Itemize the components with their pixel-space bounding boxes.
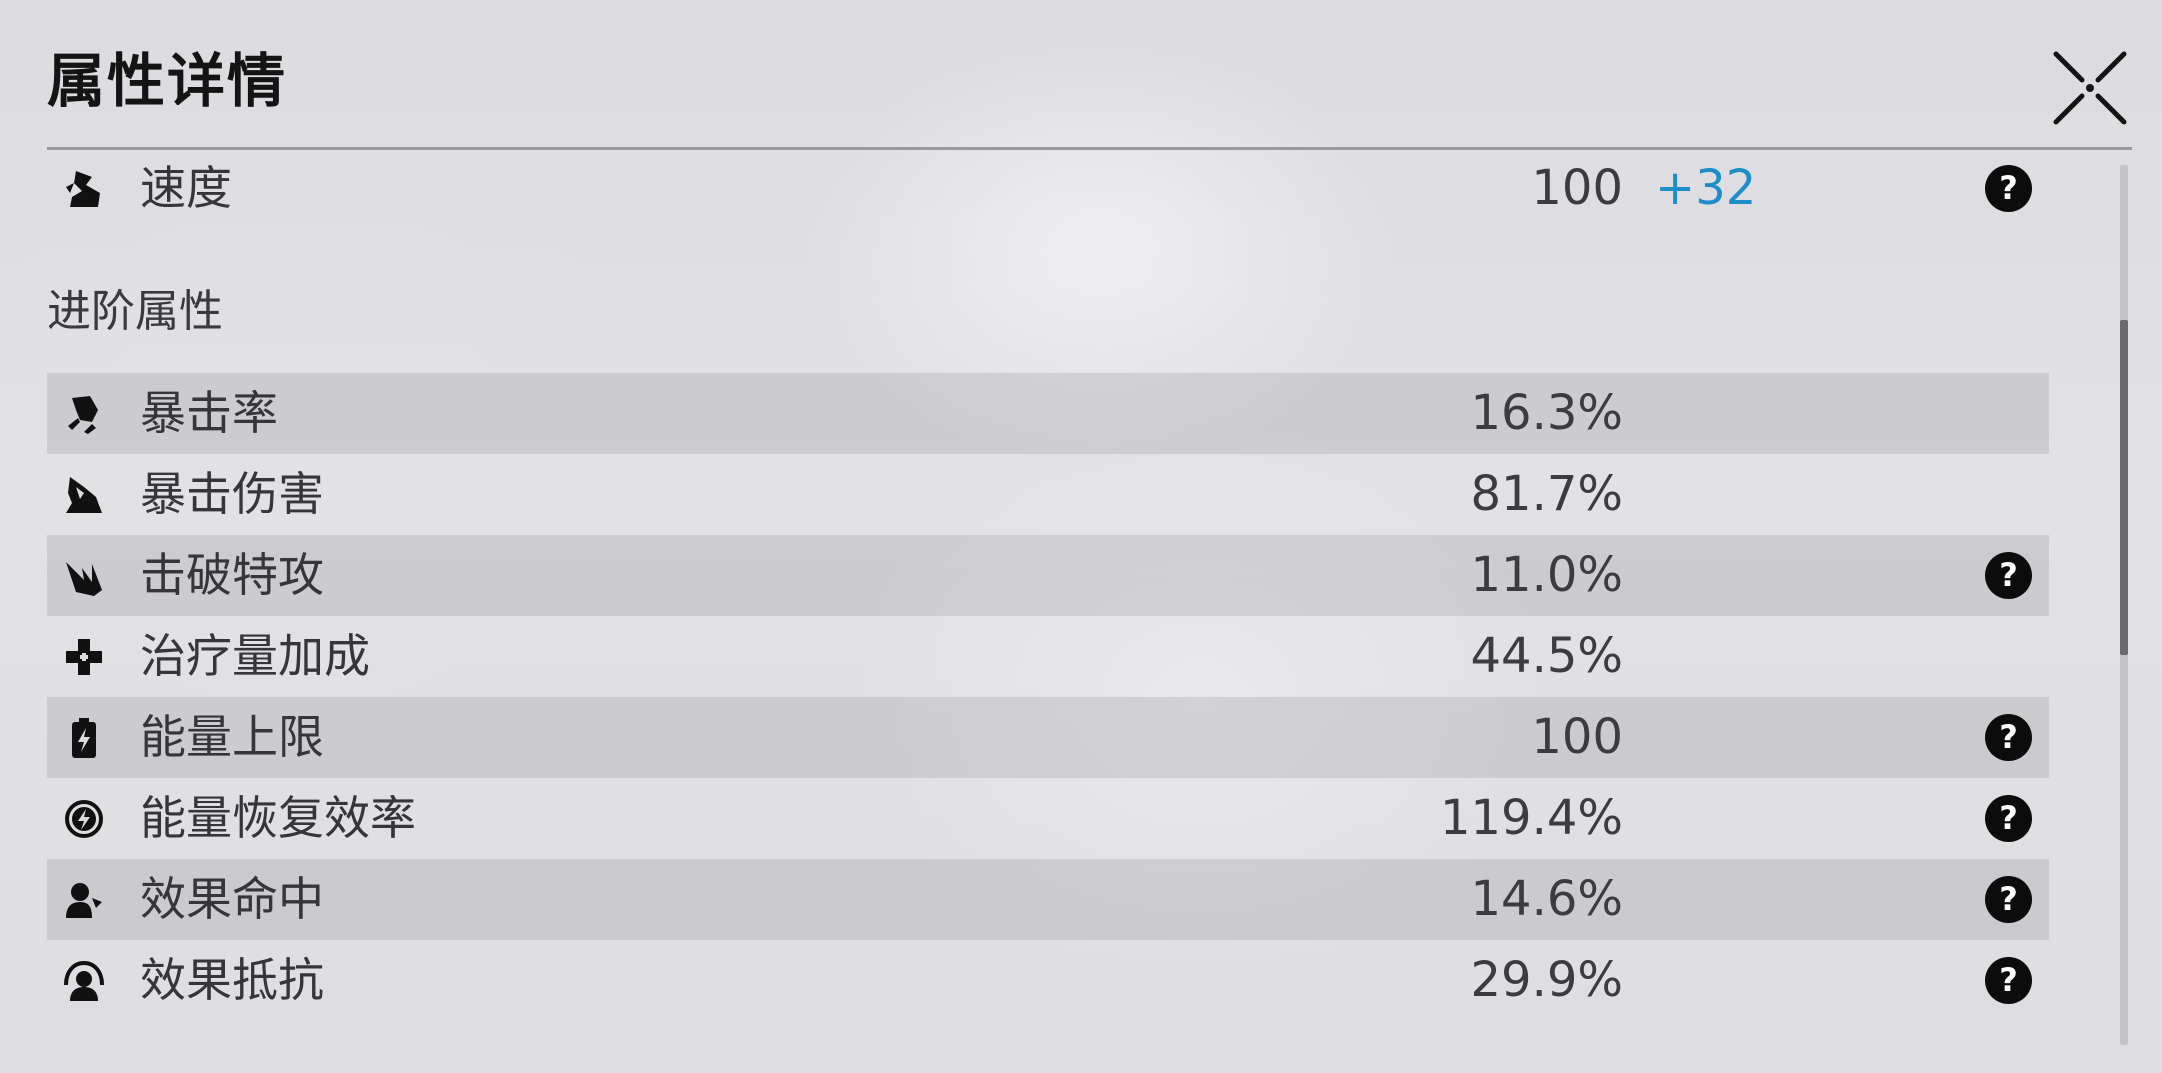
stat-value: 29.9%	[1470, 952, 1623, 1008]
max-energy-icon	[72, 718, 96, 758]
help-button[interactable]: ?	[1985, 165, 2032, 212]
stat-label: 能量恢复效率	[140, 791, 416, 845]
stat-value: 100	[1531, 160, 1623, 216]
stat-label: 效果抵抗	[140, 953, 324, 1007]
break-effect-icon	[66, 562, 102, 596]
stat-value: 44.5%	[1470, 628, 1623, 684]
stat-row-break-effect: 击破特攻 11.0% ?	[47, 535, 2049, 616]
stat-row-crit-rate: 暴击率 16.3%	[47, 373, 2049, 454]
help-button[interactable]: ?	[1985, 957, 2032, 1004]
stat-label: 效果命中	[140, 872, 324, 926]
help-button[interactable]: ?	[1985, 714, 2032, 761]
stat-bonus: +32	[1655, 160, 1757, 216]
section-heading-advanced: 进阶属性	[47, 286, 223, 337]
stat-row-energy-regen: 能量恢复效率 119.4% ?	[47, 778, 2049, 859]
stat-label: 暴击率	[140, 386, 278, 440]
stat-value: 100	[1531, 709, 1623, 765]
crit-rate-icon	[68, 396, 98, 434]
attribute-details-panel: 属性详情 速度 100 +32 ? 进阶属性 暴击率 16.3% 暴击伤害 81…	[0, 0, 2162, 1073]
page-title: 属性详情	[47, 47, 288, 115]
stat-row-effect-res: 效果抵抗 29.9% ?	[47, 940, 2049, 1021]
stat-value: 81.7%	[1470, 466, 1623, 522]
stat-row-healing-bonus: 治疗量加成 44.5%	[47, 616, 2049, 697]
energy-regen-icon	[65, 800, 103, 838]
speed-icon	[66, 171, 100, 207]
stat-label: 速度	[140, 161, 232, 215]
stat-label: 治疗量加成	[140, 629, 370, 683]
effect-hit-icon	[66, 883, 102, 918]
crit-damage-icon	[66, 477, 102, 513]
stat-value: 16.3%	[1470, 385, 1623, 441]
close-x-icon	[2053, 51, 2127, 125]
stat-label: 击破特攻	[140, 548, 324, 602]
stat-label: 暴击伤害	[140, 467, 324, 521]
help-button[interactable]: ?	[1985, 876, 2032, 923]
stat-value: 14.6%	[1470, 871, 1623, 927]
healing-bonus-icon	[66, 639, 102, 675]
help-button[interactable]: ?	[1985, 795, 2032, 842]
stat-row-speed: 速度 100 +32 ?	[47, 148, 2049, 229]
stat-value: 119.4%	[1439, 790, 1623, 846]
help-button[interactable]: ?	[1985, 552, 2032, 599]
stat-row-max-energy: 能量上限 100 ?	[47, 697, 2049, 778]
stat-value: 11.0%	[1470, 547, 1623, 603]
stat-row-effect-hit: 效果命中 14.6% ?	[47, 859, 2049, 940]
stat-label: 能量上限	[140, 710, 324, 764]
stat-row-crit-damage: 暴击伤害 81.7%	[47, 454, 2049, 535]
close-button[interactable]	[2050, 48, 2130, 128]
scrollbar-thumb[interactable]	[2120, 320, 2128, 655]
effect-res-icon	[64, 960, 104, 1001]
